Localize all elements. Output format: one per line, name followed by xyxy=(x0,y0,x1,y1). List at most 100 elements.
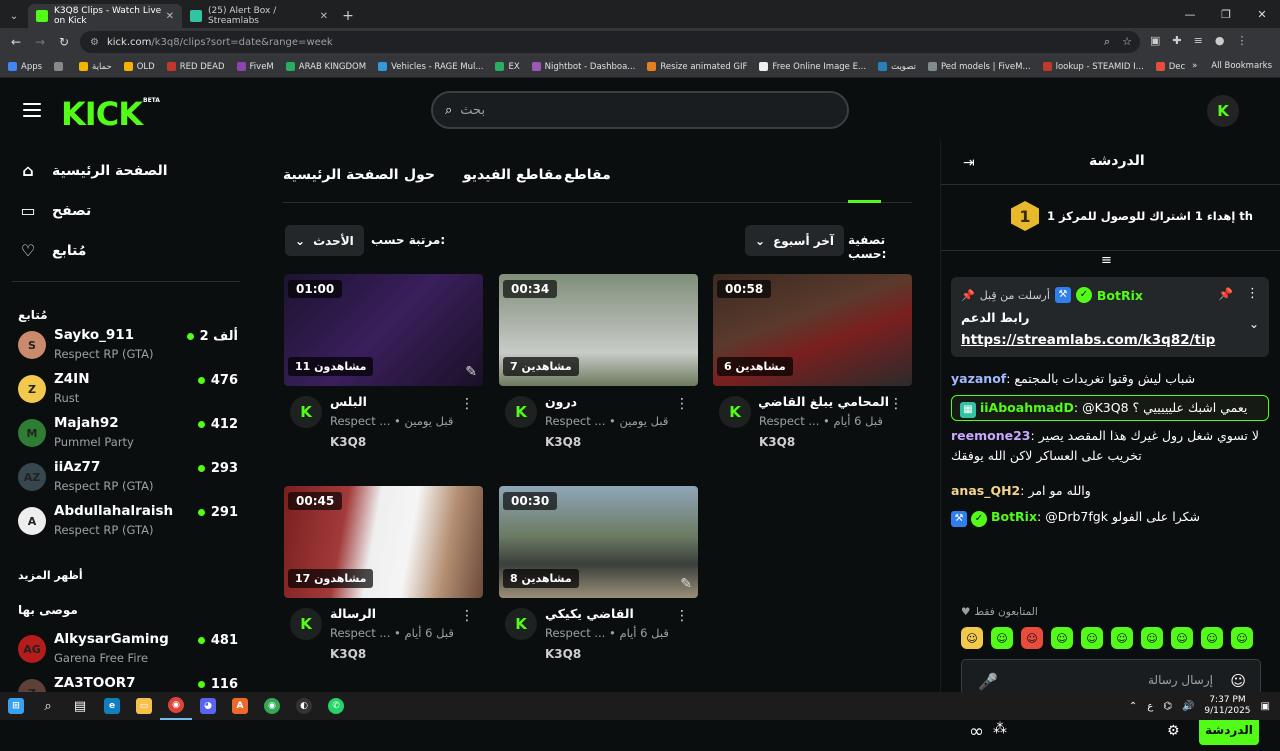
bookmark-item[interactable]: Resize animated GIF xyxy=(647,62,747,72)
bookmark-star-icon[interactable]: ☆ xyxy=(1122,35,1132,49)
emote-icon[interactable]: ☺ xyxy=(1201,627,1223,649)
tab-close-icon[interactable]: ✕ xyxy=(320,11,328,22)
channel-avatar[interactable]: K xyxy=(505,608,537,640)
close-window-icon[interactable]: ✕ xyxy=(1244,0,1280,28)
new-tab-button[interactable]: + xyxy=(336,4,360,28)
bookmark-item[interactable]: lookup - STEAMID I... xyxy=(1042,62,1144,72)
file-explorer-icon[interactable]: ▭ xyxy=(128,692,160,720)
clip-options-icon[interactable]: ⋮ xyxy=(460,396,474,412)
pinned-user[interactable]: BotRix xyxy=(1097,288,1143,303)
clip-thumbnail[interactable]: 00:58 6 مشاهدين xyxy=(713,274,912,386)
pinned-link[interactable]: https://streamlabs.com/k3q82/tip xyxy=(961,332,1215,348)
tab-clips[interactable]: مقاطع xyxy=(564,167,611,183)
collapse-chat-icon[interactable]: ⇥ xyxy=(963,155,975,171)
emote-icon[interactable]: ☺ xyxy=(1111,627,1133,649)
bookmark-item[interactable]: Free Online Image E... xyxy=(759,62,866,72)
zoom-icon[interactable]: ⌕ xyxy=(1104,35,1110,49)
profile-icon[interactable]: ● xyxy=(1215,34,1225,47)
clip-card[interactable]: 00:45 17 مشاهدون K الرسالة Respect ... • قبل… xyxy=(284,486,483,666)
tab-about[interactable]: حول xyxy=(404,167,435,183)
clip-options-icon[interactable]: ⋮ xyxy=(675,396,689,412)
bookmark-item[interactable]: Vehicles - RAGE Mul... xyxy=(378,62,483,72)
bookmark-item[interactable]: FiveM xyxy=(236,62,274,72)
reload-icon[interactable]: ↻ xyxy=(52,35,76,49)
clock[interactable]: 7:37 PM 9/11/2025 xyxy=(1204,695,1250,717)
bookmark-item[interactable]: حماية xyxy=(79,62,112,72)
bookmark-item[interactable]: تصويت xyxy=(878,62,916,72)
emote-icon[interactable]: ☺ xyxy=(1171,627,1193,649)
task-view-icon[interactable]: ▤ xyxy=(64,692,96,720)
more-bookmarks-icon[interactable]: » xyxy=(1192,61,1197,71)
bookmark-item[interactable]: Apps xyxy=(8,62,42,72)
clip-title[interactable]: الرسالة xyxy=(330,606,460,621)
clip-card[interactable]: 00:58 6 مشاهدين K المحامي يبلغ القاضي ... Re… xyxy=(713,274,912,454)
tab-home[interactable]: الصفحة الرئيسية xyxy=(283,167,399,183)
unpin-icon[interactable]: 📌 xyxy=(1218,287,1233,301)
bookmark-item[interactable]: Ped models | FiveM... xyxy=(927,62,1031,72)
all-bookmarks-folder[interactable]: All Bookmarks xyxy=(1211,61,1272,71)
bookmark-item[interactable]: Nightbot - Dashboa... xyxy=(531,62,635,72)
chevron-up-icon[interactable]: ⌃ xyxy=(1129,701,1137,712)
chrome-icon[interactable]: ◉ xyxy=(160,692,192,720)
channel-avatar[interactable]: K xyxy=(719,396,751,428)
clip-options-icon[interactable]: ⋮ xyxy=(675,608,689,624)
sidebar-item-home[interactable]: ⌂ الصفحة الرئيسية xyxy=(18,161,167,180)
clip-user[interactable]: K3Q8 xyxy=(330,435,366,449)
clip-title[interactable]: البلس xyxy=(330,394,460,409)
clip-thumbnail[interactable]: 00:34 7 مشاهدين xyxy=(499,274,698,386)
sidebar-channel[interactable]: A Abdullahalraish Respect RP (GTA) 291 xyxy=(18,503,240,543)
microphone-icon[interactable]: 🎤 xyxy=(978,672,998,691)
clip-user[interactable]: K3Q8 xyxy=(545,435,581,449)
infinity-icon[interactable]: ∞ xyxy=(969,721,984,742)
clip-thumbnail[interactable]: 01:00 11 مشاهدون ✎ xyxy=(284,274,483,386)
site-info-icon[interactable]: ⚙ xyxy=(90,37,99,48)
minimize-icon[interactable]: — xyxy=(1172,0,1208,28)
chrome-profile-icon[interactable]: ◉ xyxy=(256,692,288,720)
clip-user[interactable]: K3Q8 xyxy=(330,647,366,661)
search-input[interactable]: ⌕ بحث xyxy=(431,91,849,129)
clip-thumbnail[interactable]: 00:30 8 مشاهدين ✎ xyxy=(499,486,698,598)
bookmark-item[interactable]: ARAB KINGDOM xyxy=(285,62,366,72)
emote-icon[interactable]: ☺ xyxy=(991,627,1013,649)
clip-card[interactable]: 00:30 8 مشاهدين ✎ K القاضي يكيكي Respect ... … xyxy=(499,486,698,666)
sidebar-item-following[interactable]: ♡ مُتابع xyxy=(18,241,87,260)
back-icon[interactable]: ← xyxy=(4,35,28,49)
tab-close-icon[interactable]: ✕ xyxy=(166,11,174,22)
volume-icon[interactable]: 🔊 xyxy=(1182,701,1194,712)
channel-avatar[interactable]: K xyxy=(290,396,322,428)
puzzle-icon[interactable]: ✚ xyxy=(1172,34,1181,47)
emote-icon[interactable]: ☺ xyxy=(1231,627,1253,649)
tab-videos[interactable]: مقاطع الفيديو xyxy=(463,167,563,183)
emote-icon[interactable]: ☺ xyxy=(1021,627,1043,649)
clip-options-icon[interactable]: ⋮ xyxy=(889,396,903,412)
kick-logo[interactable]: KICK xyxy=(61,95,143,133)
clip-user[interactable]: K3Q8 xyxy=(759,435,795,449)
clip-thumbnail[interactable]: 00:45 17 مشاهدون xyxy=(284,486,483,598)
channel-avatar[interactable]: K xyxy=(505,396,537,428)
restore-icon[interactable]: ❐ xyxy=(1208,0,1244,28)
dots-icon[interactable]: ⁂ xyxy=(993,721,1007,737)
network-icon[interactable]: ⌬ xyxy=(1163,701,1172,712)
app-orange-icon[interactable]: A xyxy=(224,692,256,720)
edge-icon[interactable]: e xyxy=(96,692,128,720)
discord-icon[interactable]: ◕ xyxy=(192,692,224,720)
clip-card[interactable]: 00:34 7 مشاهدين K درون Respect ... • قبل يوم… xyxy=(499,274,698,454)
clip-user[interactable]: K3Q8 xyxy=(545,647,581,661)
chat-username[interactable]: iiAboahmadD xyxy=(980,400,1074,415)
filter-dropdown[interactable]: ⌄ آخر أسبوع xyxy=(745,225,844,256)
clip-title[interactable]: درون xyxy=(545,394,675,409)
bookmark-item[interactable] xyxy=(54,62,67,71)
clip-category[interactable]: Respect ... xyxy=(759,414,819,428)
tab-kick[interactable]: K3Q8 Clips - Watch Live on Kick ✕ xyxy=(28,4,182,28)
sidebar-channel[interactable]: Z Z4IN Rust 476 xyxy=(18,371,240,411)
menu-icon[interactable] xyxy=(23,103,41,117)
bookmark-item[interactable]: OLD xyxy=(123,62,155,72)
sub-goal-banner[interactable]: 1 إهداء 1 اشتراك للوصول للمركز 1 th xyxy=(941,185,1280,251)
chat-username[interactable]: reemone23 xyxy=(951,428,1031,443)
bookmark-item[interactable]: EX xyxy=(495,62,520,72)
tab-search-icon[interactable]: ⌄ xyxy=(0,4,28,28)
sidebar-channel[interactable]: M Majah92 Pummel Party 412 xyxy=(18,415,240,455)
extension-icon[interactable]: ▣ xyxy=(1150,34,1160,47)
sort-dropdown[interactable]: ⌄ الأحدث xyxy=(285,225,364,256)
chat-username[interactable]: BotRix xyxy=(991,509,1037,524)
